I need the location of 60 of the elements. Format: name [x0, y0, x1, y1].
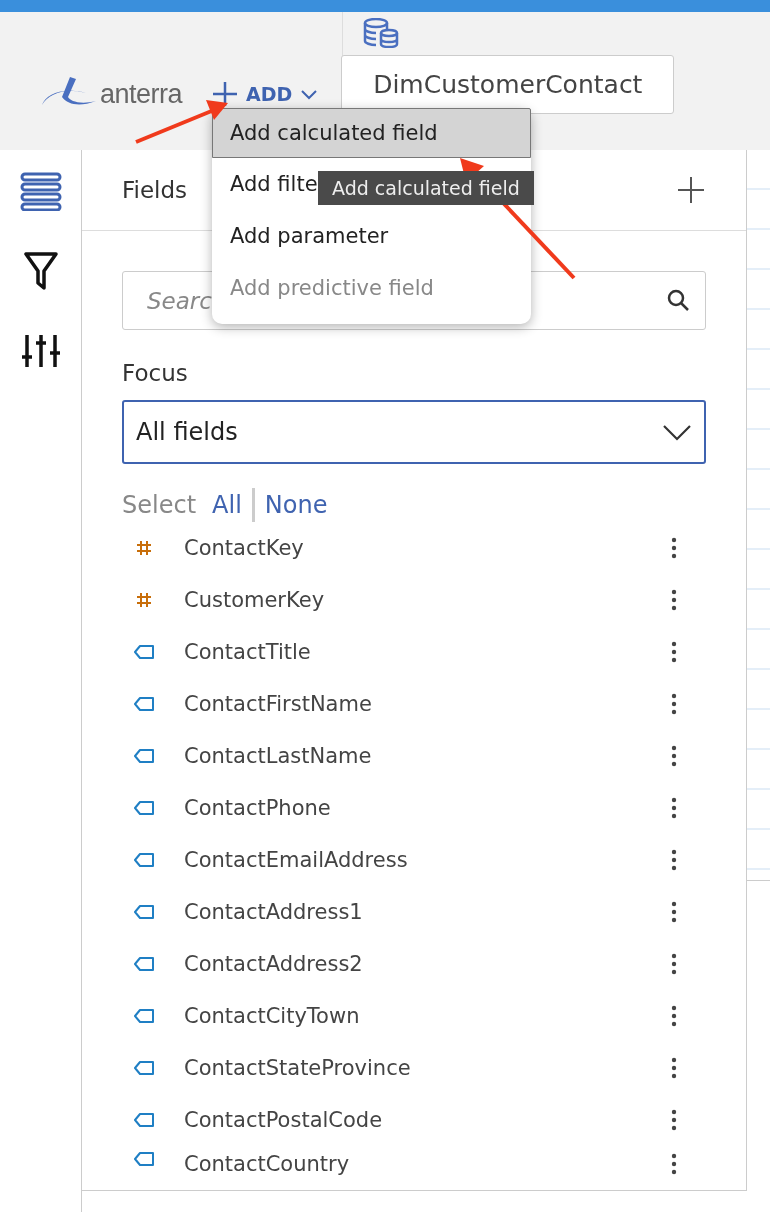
tag-icon: [134, 1113, 154, 1127]
tooltip: Add calculated field: [318, 171, 534, 205]
focus-dropdown[interactable]: All fields: [122, 400, 706, 464]
more-icon[interactable]: [670, 640, 678, 664]
tag-icon: [134, 853, 154, 867]
select-all-link[interactable]: All: [212, 491, 242, 519]
more-icon[interactable]: [670, 848, 678, 872]
tag-icon: [134, 1152, 154, 1166]
tag-icon: [134, 697, 154, 711]
more-icon[interactable]: [670, 1004, 678, 1028]
field-name[interactable]: CustomerKey: [184, 587, 670, 613]
select-label: Select: [122, 491, 197, 519]
focus-label: Focus: [122, 360, 189, 386]
add-button[interactable]: ADD: [210, 78, 321, 110]
tag-icon: [134, 1061, 154, 1075]
add-icon[interactable]: [676, 175, 706, 205]
field-name[interactable]: ContactAddress1: [184, 899, 670, 925]
chevron-down-icon: [300, 88, 319, 100]
search-icon: [666, 288, 690, 312]
more-icon[interactable]: [670, 796, 678, 820]
more-icon[interactable]: [670, 536, 678, 560]
hash-icon: [136, 540, 152, 556]
field-name[interactable]: ContactCityTown: [184, 1003, 670, 1029]
list-icon: [19, 171, 62, 211]
more-icon[interactable]: [670, 588, 678, 612]
fields-tab[interactable]: [18, 170, 63, 212]
hash-icon: [136, 592, 152, 608]
field-name[interactable]: ContactPhone: [184, 795, 670, 821]
more-icon[interactable]: [670, 744, 678, 768]
more-icon[interactable]: [670, 1056, 678, 1080]
tag-icon: [134, 801, 154, 815]
database-icon: [363, 18, 400, 48]
menu-item[interactable]: Add parameter: [212, 210, 531, 262]
field-name[interactable]: ContactStateProvince: [184, 1055, 670, 1081]
menu-item[interactable]: Add calculated field: [212, 108, 531, 158]
field-name[interactable]: ContactLastName: [184, 743, 670, 769]
tag-icon: [134, 957, 154, 971]
tag-icon: [134, 645, 154, 659]
tag-icon: [134, 1009, 154, 1023]
field-name[interactable]: ContactCountry: [184, 1152, 670, 1177]
more-icon[interactable]: [670, 692, 678, 716]
sliders-icon: [20, 333, 61, 369]
field-name[interactable]: ContactEmailAddress: [184, 847, 670, 873]
filter-icon: [22, 251, 59, 291]
dataset-name-field[interactable]: DimCustomerContact: [341, 55, 675, 114]
more-icon[interactable]: [670, 900, 678, 924]
tag-icon: [134, 905, 154, 919]
panel-title: Fields: [122, 177, 188, 203]
select-none-link[interactable]: None: [264, 491, 328, 519]
chevron-down-icon: [662, 423, 692, 441]
field-name[interactable]: ContactFirstName: [184, 691, 670, 717]
field-name[interactable]: ContactAddress2: [184, 951, 670, 977]
field-name[interactable]: ContactTitle: [184, 639, 670, 665]
logo-text: anterra: [100, 78, 183, 110]
field-name[interactable]: ContactPostalCode: [184, 1107, 670, 1133]
field-name[interactable]: ContactKey: [184, 535, 670, 561]
more-icon[interactable]: [670, 1108, 678, 1132]
more-icon[interactable]: [670, 952, 678, 976]
tag-icon: [134, 749, 154, 763]
more-icon[interactable]: [670, 1152, 678, 1176]
